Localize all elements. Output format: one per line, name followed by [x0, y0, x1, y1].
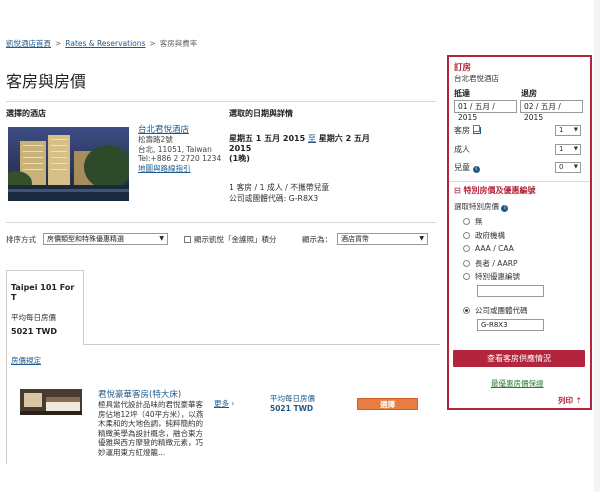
hotel-photo [8, 127, 129, 201]
minus-box-icon: ⊟ [454, 186, 461, 195]
panel-hotel: 台北君悅酒店 [454, 74, 499, 83]
room-price: 平均每日房價 5021 TWD [270, 394, 315, 413]
special-code-input[interactable] [477, 285, 544, 297]
breadcrumb-current: 客房與費率 [159, 39, 198, 48]
divider [6, 222, 436, 223]
chevron-right-icon: › [231, 399, 235, 408]
radio-none[interactable]: 無 [463, 216, 483, 227]
room-photo [20, 389, 82, 415]
room-description: 極具當代設計品味的君悅豪華客房佔地12坪（40平方米），以燕木柔和的大地色調，純… [98, 400, 204, 457]
radio-aaa[interactable]: AAA / CAA [463, 244, 514, 253]
breadcrumb: 凱悅酒店首頁 > Rates & Reservations > 客房與費率 [6, 39, 198, 48]
info-icon[interactable]: i [501, 205, 509, 212]
tab-title: Taipei 101 For T [11, 283, 75, 302]
show-as-label: 顯示為： [302, 235, 332, 244]
guest-summary: 1 客房 / 1 成人 / 不攜帶兒童 公司或團體代碼: G-R8X3 [229, 183, 330, 203]
print-link[interactable]: 列印 ⇡ [558, 395, 582, 406]
sort-select[interactable]: 房價類型和特殊優惠精選 ▼ [43, 233, 168, 245]
room-more-link[interactable]: 更多 [214, 399, 229, 408]
hotel-section-heading: 選擇的酒店 [6, 109, 46, 118]
arrow-up-icon: ⇡ [575, 396, 582, 405]
radio-corporate[interactable]: 公司或團體代碼 [463, 305, 528, 316]
adults-dropdown[interactable]: 1 ▼ [555, 144, 581, 155]
adults-label: 成人 [454, 145, 470, 154]
rooms-checkbox[interactable] [473, 124, 483, 133]
checkout-date-field[interactable]: 02 / 五月 / 2015 [520, 100, 583, 122]
tab-avg-label: 平均每日房價 [11, 313, 56, 322]
booking-panel: 訂房 台北君悅酒店 抵達 退房 01 / 五月 / 2015 02 / 五月 /… [447, 55, 592, 410]
select-room-button[interactable]: 選擇 [357, 398, 418, 410]
radio-senior[interactable]: 長者 / AARP [463, 258, 518, 269]
breadcrumb-rates-link[interactable]: Rates & Reservations [65, 39, 145, 48]
info-icon[interactable]: i [472, 166, 480, 173]
sort-label: 排序方式 [6, 235, 36, 244]
panel-title: 訂房 [454, 63, 472, 73]
check-availability-button[interactable]: 查看客房供應情況 [453, 350, 585, 367]
tab-avg-price: 5021 TWD [11, 327, 57, 336]
checkin-label: 抵達 [454, 89, 470, 98]
radio-government[interactable]: 政府機構 [463, 230, 505, 241]
dates-section-heading: 選取的日期與詳情 [229, 109, 293, 118]
show-points-checkbox[interactable]: 顯示凱悅「金護照」積分 [184, 234, 277, 245]
page-title: 客房與房價 [6, 72, 87, 91]
select-special-rate-label: 選取特別房價 i [454, 201, 509, 212]
currency-select[interactable]: 酒店貨幣 ▼ [337, 233, 428, 245]
breadcrumb-home-link[interactable]: 凱悅酒店首頁 [6, 39, 51, 48]
children-dropdown[interactable]: 0 ▼ [555, 162, 581, 173]
map-directions-link[interactable]: 地圖與路線指引 [138, 164, 191, 173]
selected-dates: 星期五 1 五月 2015 至 星期六 2 五月 2015 (1晚) [229, 134, 370, 163]
room-name-link[interactable]: 君悅豪華客房(特大床) [98, 388, 181, 400]
checkin-date-field[interactable]: 01 / 五月 / 2015 [454, 100, 517, 122]
rate-tab[interactable]: Taipei 101 For T 平均每日房價 5021 TWD [6, 270, 84, 345]
scrollbar[interactable] [594, 0, 600, 492]
children-label: 兒童 i [454, 162, 480, 173]
checkout-label: 退房 [521, 89, 537, 98]
best-rate-guarantee-link[interactable]: 最優惠房價保證 [491, 378, 544, 389]
corporate-code-input[interactable]: G-R8X3 [477, 319, 544, 331]
rate-rules-link[interactable]: 房價規定 [11, 356, 41, 365]
divider [6, 101, 436, 102]
radio-special-code[interactable]: 特別優惠編號 [463, 271, 520, 282]
special-rates-heading[interactable]: ⊟ 特別房價及優惠編號 [454, 185, 536, 196]
filter-bar: 排序方式 房價類型和特殊優惠精選 ▼ 顯示凱悅「金護照」積分 顯示為： 酒店貨幣 ▼ [6, 233, 436, 247]
rooms-dropdown[interactable]: 1 ▼ [555, 125, 581, 136]
hotel-address: 松壽路2號 台北, 11051, Taiwan Tel:+886 2 2720 … [138, 135, 222, 173]
